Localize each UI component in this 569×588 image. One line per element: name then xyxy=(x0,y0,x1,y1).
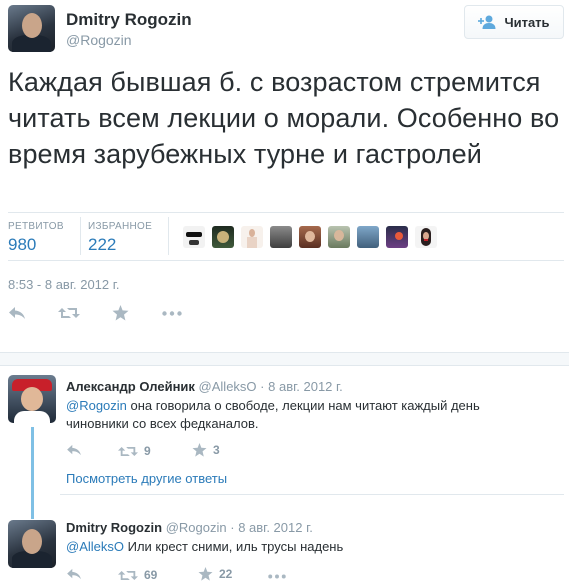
thread-line xyxy=(31,427,34,519)
reply-date[interactable]: 8 авг. 2012 г. xyxy=(268,379,343,394)
more-replies-divider xyxy=(60,494,564,495)
reply-mention[interactable]: @AlleksO xyxy=(66,539,124,554)
stats-separator-2 xyxy=(168,217,169,255)
reply-header: Александр Олейник @AlleksO · 8 авг. 2012… xyxy=(66,378,343,396)
follow-button-label: Читать xyxy=(504,14,550,30)
stats-top-divider xyxy=(8,212,564,213)
reply-favorite-action[interactable]: 22 xyxy=(198,567,232,581)
star-icon xyxy=(192,443,207,457)
more-icon xyxy=(268,574,286,579)
reply-author-handle[interactable]: @AlleksO xyxy=(199,379,257,394)
reply-favorite-count: 22 xyxy=(219,567,233,581)
favoriter-avatar[interactable] xyxy=(183,226,205,248)
reply-header: Dmitry Rogozin @Rogozin · 8 авг. 2012 г. xyxy=(66,519,313,537)
reply-body: Или крест сними, иль трусы надень xyxy=(124,539,344,554)
reply-text: @AlleksO Или крест сними, иль трусы наде… xyxy=(66,538,506,556)
tweet-text: Каждая бывшая б. с возрастом стремится ч… xyxy=(8,67,560,169)
reply-reply-action[interactable] xyxy=(66,568,82,580)
stats-bottom-divider xyxy=(8,260,564,261)
reply-retweet-count: 69 xyxy=(144,568,158,582)
more-icon xyxy=(162,311,182,316)
star-icon xyxy=(112,305,129,321)
favoriter-avatar[interactable] xyxy=(299,226,321,248)
favoriter-avatar[interactable] xyxy=(386,226,408,248)
more-replies-link[interactable]: Посмотреть другие ответы xyxy=(66,471,227,486)
reply-author-handle[interactable]: @Rogozin xyxy=(166,520,227,535)
retweet-icon xyxy=(118,446,138,456)
reply-author-name[interactable]: Dmitry Rogozin xyxy=(66,520,162,535)
retweet-icon xyxy=(118,570,138,580)
reply-favorite-count: 3 xyxy=(213,443,220,457)
author-name[interactable]: Dmitry Rogozin xyxy=(66,10,192,30)
reply-body: она говорила о свободе, лекции нам читаю… xyxy=(66,398,480,431)
favoriter-avatar[interactable] xyxy=(270,226,292,248)
favorites-count[interactable]: 222 xyxy=(88,235,116,255)
reply-retweet-count: 9 xyxy=(144,444,151,458)
favoriter-avatar[interactable] xyxy=(415,226,437,248)
reply-dot: · xyxy=(230,520,235,535)
favorites-label: ИЗБРАННОЕ xyxy=(88,221,153,232)
reply-more-action[interactable] xyxy=(268,574,286,579)
favoriter-avatar[interactable] xyxy=(357,226,379,248)
follow-button[interactable]: Читать xyxy=(464,5,564,39)
reply-author-name[interactable]: Александр Олейник xyxy=(66,379,195,394)
author-avatar[interactable] xyxy=(8,5,55,52)
retweets-label: РЕТВИТОВ xyxy=(8,221,64,232)
author-handle[interactable]: @Rogozin xyxy=(66,32,132,48)
favoriter-avatar[interactable] xyxy=(241,226,263,248)
reply-avatar[interactable] xyxy=(8,375,56,423)
reply-icon xyxy=(67,568,81,580)
reply-reply-action[interactable] xyxy=(66,444,82,456)
favoriter-avatar[interactable] xyxy=(212,226,234,248)
reply-dot: · xyxy=(260,379,265,394)
favorite-action[interactable] xyxy=(112,305,129,321)
add-person-icon xyxy=(478,15,496,29)
reply-icon xyxy=(9,307,25,319)
replies-separator xyxy=(0,352,569,366)
retweets-count[interactable]: 980 xyxy=(8,235,36,255)
reply-mention[interactable]: @Rogozin xyxy=(66,398,127,413)
more-action[interactable] xyxy=(162,311,182,316)
retweet-action[interactable] xyxy=(58,306,80,320)
favoriter-avatar[interactable] xyxy=(328,226,350,248)
reply-date[interactable]: 8 авг. 2012 г. xyxy=(238,520,313,535)
reply-icon xyxy=(67,444,81,456)
reply-favorite-action[interactable]: 3 xyxy=(192,443,220,457)
reply-retweet-action[interactable]: 9 xyxy=(118,444,151,458)
reply-action[interactable] xyxy=(8,306,26,320)
reply-retweet-action[interactable]: 69 xyxy=(118,568,157,582)
reply-text: @Rogozin она говорила о свободе, лекции … xyxy=(66,397,506,433)
reply-avatar[interactable] xyxy=(8,520,56,568)
retweet-icon xyxy=(58,308,80,318)
tweet-timestamp[interactable]: 8:53 - 8 авг. 2012 г. xyxy=(8,277,120,292)
stats-separator xyxy=(80,217,81,255)
star-icon xyxy=(198,567,213,581)
